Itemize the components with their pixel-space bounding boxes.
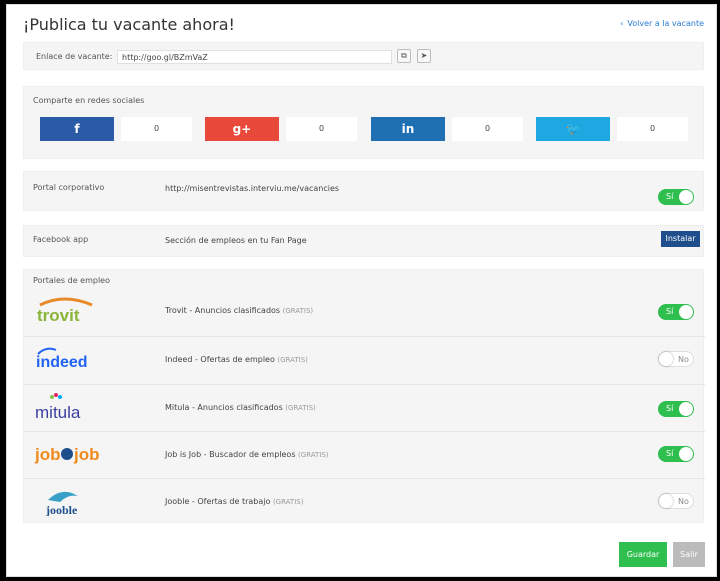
jooble-logo: jooble: [45, 491, 78, 516]
toggle-knob: [679, 190, 693, 204]
twitter-share-button[interactable]: 🐦: [536, 117, 610, 141]
google-plus-share-button[interactable]: g+: [205, 117, 279, 141]
social-panel: Comparte en redes sociales f 0 g+ 0 in 0…: [23, 86, 704, 159]
portal-row-mitula: mitula Mitula - Anuncios clasificados (G…: [24, 384, 705, 431]
svg-text:indeed: indeed: [36, 354, 88, 371]
indeed-toggle[interactable]: No: [658, 351, 694, 367]
mitula-logo: mitula: [35, 393, 81, 422]
vacancy-link-input[interactable]: http://goo.gl/BZmVaZ: [117, 50, 392, 64]
portal-desc: Indeed - Ofertas de empleo (GRATIS): [165, 355, 308, 364]
portal-desc: Mitula - Anuncios clasificados (GRATIS): [165, 403, 316, 412]
chevron-left-icon: ‹: [620, 19, 624, 28]
svg-text:trovit: trovit: [37, 306, 80, 325]
job-portals-panel: Portales de empleo trovit Trovit - Anunc…: [23, 269, 705, 525]
install-button[interactable]: Instalar: [661, 231, 700, 247]
portal-row-indeed: indeed Indeed - Ofertas de empleo (GRATI…: [24, 336, 705, 383]
jobisjob-logo: job job: [34, 445, 100, 464]
portal-desc: Jooble - Ofertas de trabajo (GRATIS): [165, 497, 304, 506]
toggle-label: No: [678, 497, 689, 506]
send-button[interactable]: ➤: [417, 49, 431, 63]
toggle-label: Sí: [666, 404, 674, 413]
copy-button[interactable]: ⧉: [397, 49, 411, 63]
toggle-knob: [659, 494, 673, 508]
svg-text:job: job: [34, 445, 61, 464]
svg-text:job: job: [73, 445, 100, 464]
link-label: Enlace de vacante:: [36, 52, 113, 61]
trovit-logo: trovit: [37, 297, 93, 325]
svg-text:mitula: mitula: [35, 403, 81, 422]
toggle-knob: [679, 447, 693, 461]
twitter-icon: 🐦: [565, 122, 581, 136]
google-plus-icon: g+: [232, 122, 252, 136]
svg-text:jooble: jooble: [45, 503, 78, 516]
toggle-label: No: [678, 355, 689, 364]
portal-row-jobisjob: job job Job is Job - Buscador de empleos…: [24, 431, 705, 478]
facebook-app-label: Facebook app: [33, 235, 89, 244]
toggle-label: Sí: [666, 307, 674, 316]
toggle-knob: [679, 402, 693, 416]
jobisjob-toggle[interactable]: Sí: [658, 446, 694, 462]
jooble-toggle[interactable]: No: [658, 493, 694, 509]
portal-desc: Trovit - Anuncios clasificados (GRATIS): [165, 306, 314, 315]
exit-button[interactable]: Salir: [673, 542, 705, 567]
toggle-knob: [659, 352, 673, 366]
mitula-toggle[interactable]: Sí: [658, 401, 694, 417]
copy-icon: ⧉: [401, 51, 407, 60]
twitter-count: 0: [617, 117, 688, 141]
portal-row-trovit: trovit Trovit - Anuncios clasificados (G…: [24, 288, 705, 335]
toggle-knob: [679, 305, 693, 319]
portal-desc: Job is Job - Buscador de empleos (GRATIS…: [165, 450, 329, 459]
facebook-count: 0: [121, 117, 192, 141]
toggle-label: Sí: [666, 449, 674, 458]
page-title: ¡Publica tu vacante ahora!: [23, 15, 235, 34]
facebook-app-desc: Sección de empleos en tu Fan Page: [165, 236, 307, 245]
trovit-toggle[interactable]: Sí: [658, 304, 694, 320]
linkedin-count: 0: [452, 117, 523, 141]
save-button[interactable]: Guardar: [619, 542, 667, 567]
corporate-portal-label: Portal corporativo: [33, 183, 105, 192]
portal-row-jooble: jooble Jooble - Ofertas de trabajo (GRAT…: [24, 478, 705, 525]
corporate-portal-panel: Portal corporativo http://misentrevistas…: [23, 171, 704, 211]
corporate-portal-url: http://misentrevistas.interviu.me/vacanc…: [165, 184, 340, 193]
linkedin-share-button[interactable]: in: [371, 117, 445, 141]
corporate-portal-toggle[interactable]: Sí: [658, 189, 694, 205]
link-panel: Enlace de vacante: http://goo.gl/BZmVaZ …: [23, 42, 704, 70]
social-title: Comparte en redes sociales: [33, 96, 145, 105]
back-link[interactable]: ‹ Volver a la vacante: [620, 19, 704, 28]
google-plus-count: 0: [286, 117, 357, 141]
publish-page: ¡Publica tu vacante ahora! ‹ Volver a la …: [6, 4, 717, 577]
facebook-icon: f: [74, 122, 80, 136]
facebook-share-button[interactable]: f: [40, 117, 114, 141]
linkedin-icon: in: [401, 122, 415, 136]
toggle-label: Sí: [666, 192, 674, 201]
indeed-logo: indeed: [36, 347, 88, 371]
back-link-label: Volver a la vacante: [627, 19, 704, 28]
job-portals-title: Portales de empleo: [33, 276, 110, 285]
facebook-app-panel: Facebook app Sección de empleos en tu Fa…: [23, 225, 704, 257]
send-icon: ➤: [420, 51, 428, 60]
